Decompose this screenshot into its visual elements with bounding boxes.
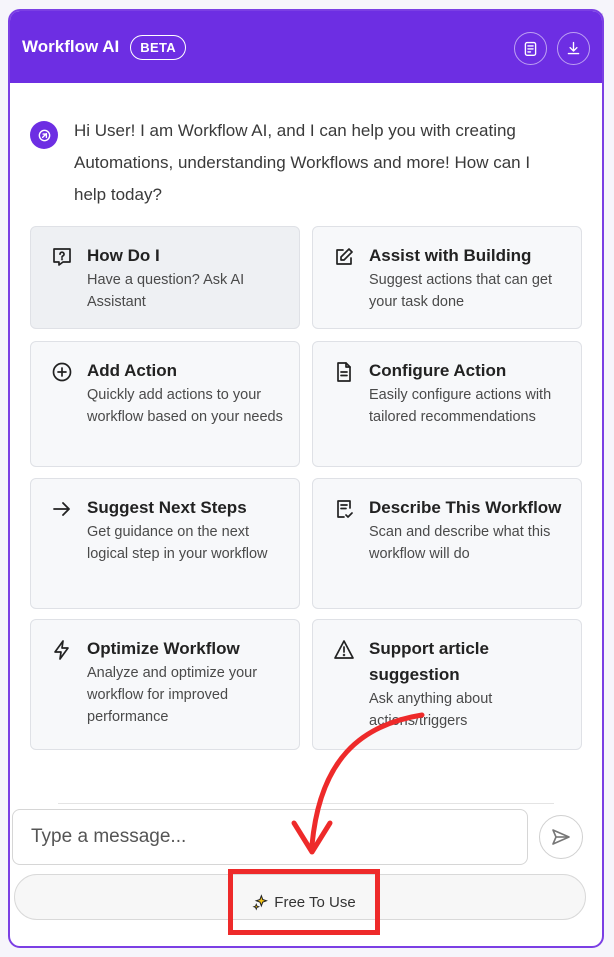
divider [58, 803, 554, 804]
card-title: Optimize Workflow [87, 639, 240, 658]
greeting-message: Hi User! I am Workflow AI, and I can hel… [30, 115, 550, 211]
card-configure-action[interactable]: Configure Action Easily configure action… [312, 341, 582, 467]
question-box-icon [53, 248, 71, 266]
card-how-do-i[interactable]: How Do I Have a question? Ask AI Assista… [30, 226, 300, 329]
send-icon [552, 829, 570, 845]
ai-sparkle-icon [38, 129, 50, 141]
download-button[interactable] [557, 32, 590, 65]
free-to-use-highlight: Free To Use [228, 869, 380, 935]
beta-badge: BETA [130, 34, 186, 60]
card-title: Describe This Workflow [369, 498, 562, 517]
card-description: Suggest actions that can get your task d… [369, 272, 552, 310]
card-add-action[interactable]: Add Action Quickly add actions to your w… [30, 341, 300, 467]
message-input[interactable] [12, 809, 528, 865]
free-to-use-label: Free To Use [274, 893, 356, 911]
document-check-icon [337, 500, 353, 518]
card-title: Support article suggestion [369, 639, 489, 684]
card-description: Analyze and optimize your workflow for i… [87, 665, 258, 725]
card-description: Get guidance on the next logical step in… [87, 524, 268, 562]
card-support-article-suggestion[interactable]: Support article suggestion Ask anything … [312, 619, 582, 750]
card-title: Suggest Next Steps [87, 498, 247, 517]
greeting-text: Hi User! I am Workflow AI, and I can hel… [74, 121, 531, 204]
clipboard-list-button[interactable] [514, 32, 547, 65]
card-suggest-next-steps[interactable]: Suggest Next Steps Get guidance on the n… [30, 478, 300, 609]
arrow-right-icon [53, 502, 70, 516]
document-icon [337, 362, 351, 382]
plus-circle-icon [52, 362, 72, 382]
card-description: Easily configure actions with tailored r… [369, 387, 552, 425]
panel-header: Workflow AI BETA [10, 11, 602, 83]
send-button[interactable] [539, 815, 583, 859]
clipboard-list-icon [524, 41, 537, 56]
card-description: Quickly add actions to your workflow bas… [87, 387, 283, 425]
lightning-icon [54, 640, 69, 660]
app-title: Workflow AI [22, 37, 120, 56]
card-description: Scan and describe what this workflow wil… [369, 524, 551, 562]
card-title: Assist with Building [369, 246, 532, 265]
sparkle-icon [252, 893, 269, 911]
card-title: Add Action [87, 361, 178, 380]
ai-avatar [30, 121, 58, 149]
card-description: Ask anything about actions/triggers [369, 691, 493, 729]
card-optimize-workflow[interactable]: Optimize Workflow Analyze and optimize y… [30, 619, 300, 750]
edit-icon [336, 248, 353, 265]
card-title: Configure Action [369, 361, 507, 380]
card-title: How Do I [87, 246, 160, 265]
card-description: Have a question? Ask AI Assistant [87, 272, 245, 310]
card-assist-with-building[interactable]: Assist with Building Suggest actions tha… [312, 226, 582, 329]
download-icon [567, 41, 580, 55]
card-describe-this-workflow[interactable]: Describe This Workflow Scan and describe… [312, 478, 582, 609]
warning-triangle-icon [334, 640, 354, 659]
workflow-ai-panel: Workflow AI BETA Hi User! I am Workflow … [8, 9, 604, 948]
